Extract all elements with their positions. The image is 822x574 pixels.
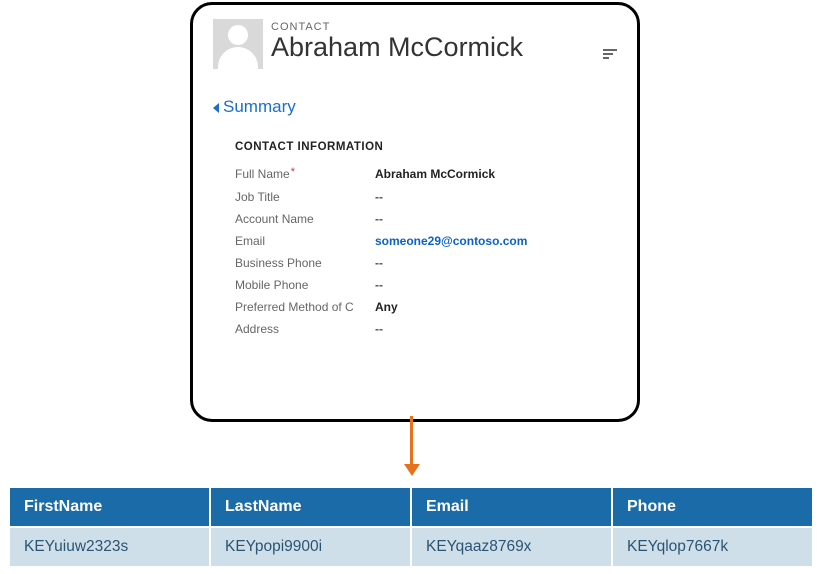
cell-phone: KEYqlop7667k xyxy=(613,528,812,566)
field-account-name[interactable]: Account Name -- xyxy=(235,208,617,230)
field-label: Preferred Method of C xyxy=(235,296,375,318)
contact-fields: Full Name Abraham McCormick Job Title --… xyxy=(235,163,617,340)
cell-email: KEYqaaz8769x xyxy=(412,528,611,566)
field-value: -- xyxy=(375,274,383,296)
col-header-firstname: FirstName xyxy=(10,488,209,526)
field-value-email-link[interactable]: someone29@contoso.com xyxy=(375,230,527,252)
cell-firstname: KEYuiuw2323s xyxy=(10,528,209,566)
field-job-title[interactable]: Job Title -- xyxy=(235,186,617,208)
field-business-phone[interactable]: Business Phone -- xyxy=(235,252,617,274)
col-header-email: Email xyxy=(412,488,611,526)
field-value: -- xyxy=(375,252,383,274)
field-address[interactable]: Address -- xyxy=(235,318,617,340)
field-email[interactable]: Email someone29@contoso.com xyxy=(235,230,617,252)
header-text: CONTACT Abraham McCormick xyxy=(271,19,597,61)
field-value: -- xyxy=(375,318,383,340)
field-label: Business Phone xyxy=(235,252,375,274)
cell-lastname: KEYpopi9900i xyxy=(211,528,410,566)
card-header: CONTACT Abraham McCormick xyxy=(213,19,617,69)
field-label: Email xyxy=(235,230,375,252)
contact-card: CONTACT Abraham McCormick Summary CONTAC… xyxy=(190,2,640,422)
field-value: Abraham McCormick xyxy=(375,163,495,186)
table-header-row: FirstName LastName Email Phone xyxy=(10,488,812,526)
collapse-triangle-icon xyxy=(213,103,219,113)
record-name: Abraham McCormick xyxy=(271,33,597,61)
field-value: -- xyxy=(375,186,383,208)
menu-icon[interactable] xyxy=(603,47,617,61)
field-label: Address xyxy=(235,318,375,340)
field-value: -- xyxy=(375,208,383,230)
summary-label: Summary xyxy=(223,97,296,116)
avatar-placeholder-icon xyxy=(213,19,263,69)
field-label: Account Name xyxy=(235,208,375,230)
field-label: Job Title xyxy=(235,186,375,208)
table-row: KEYuiuw2323s KEYpopi9900i KEYqaaz8769x K… xyxy=(10,528,812,566)
field-preferred-method[interactable]: Preferred Method of C Any xyxy=(235,296,617,318)
contact-info-heading: CONTACT INFORMATION xyxy=(235,141,617,153)
col-header-lastname: LastName xyxy=(211,488,410,526)
field-label: Mobile Phone xyxy=(235,274,375,296)
field-mobile-phone[interactable]: Mobile Phone -- xyxy=(235,274,617,296)
flow-arrow-down-icon xyxy=(410,416,412,478)
key-mapping-table: FirstName LastName Email Phone KEYuiuw23… xyxy=(8,486,814,568)
summary-section-toggle[interactable]: Summary xyxy=(213,97,617,117)
field-value: Any xyxy=(375,296,398,318)
field-full-name[interactable]: Full Name Abraham McCormick xyxy=(235,163,617,186)
field-label: Full Name xyxy=(235,163,375,186)
col-header-phone: Phone xyxy=(613,488,812,526)
